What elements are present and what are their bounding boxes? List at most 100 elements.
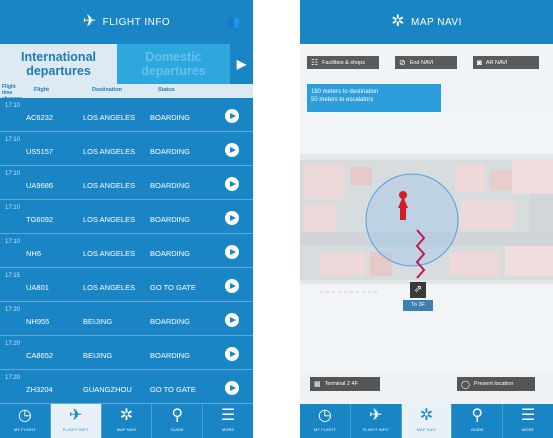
clock-icon: ◷ bbox=[317, 407, 332, 424]
nav-map-navi[interactable]: ✲ MAP NAVI bbox=[102, 404, 153, 438]
flight-destination: LOS ANGELES bbox=[83, 283, 136, 292]
nav-label: FLIGHT INFO bbox=[62, 428, 89, 432]
flight-time: 17:15 bbox=[5, 273, 21, 279]
flight-number: UA801 bbox=[26, 283, 49, 292]
floor-plan bbox=[300, 112, 553, 380]
nav-label: GUIDE bbox=[170, 428, 184, 432]
navi-star-icon: ✲ bbox=[391, 13, 406, 30]
button-label: End NAVI bbox=[409, 59, 434, 66]
menu-icon: ☰ bbox=[220, 407, 236, 424]
nav-flight-info[interactable]: ✈ FLIGHT INFO bbox=[50, 404, 102, 438]
distance-to-destination: 180 meters to destination bbox=[311, 89, 379, 95]
chevron-right-icon[interactable] bbox=[225, 143, 239, 157]
flight-row[interactable]: 17:10 AC6232 LOS ANGELES BOARDING bbox=[0, 98, 253, 132]
flight-destination: LOS ANGELES bbox=[83, 181, 136, 190]
flight-destination: LOS ANGELES bbox=[83, 113, 136, 122]
nav-label: GUIDE bbox=[470, 428, 484, 432]
end-navi-button[interactable]: ⊘ End NAVI bbox=[395, 56, 457, 69]
flight-number: CA8652 bbox=[26, 351, 54, 360]
flight-number: US5157 bbox=[26, 147, 54, 156]
flight-destination: LOS ANGELES bbox=[83, 249, 136, 258]
column-flight: Flight bbox=[34, 87, 49, 93]
chevron-right-icon[interactable] bbox=[225, 279, 239, 293]
header-bar: ✲ MAP NAVI bbox=[300, 0, 553, 44]
flight-destination: LOS ANGELES bbox=[83, 215, 136, 224]
distance-to-escalators: 50 meters to escalators bbox=[311, 97, 374, 103]
escalator-label: To 3F bbox=[403, 300, 433, 311]
clock-icon: ◷ bbox=[17, 407, 32, 424]
navi-star-icon: ✲ bbox=[119, 407, 134, 424]
search-icon: ⚲ bbox=[171, 407, 184, 424]
ar-navi-button[interactable]: ◙ AR NAVI bbox=[473, 56, 539, 69]
flight-row[interactable]: 17:10 US5157 LOS ANGELES BOARDING bbox=[0, 132, 253, 166]
airplane-icon: ✈ bbox=[368, 407, 383, 424]
list-icon: ☷ bbox=[311, 58, 319, 67]
chevron-right-icon[interactable] bbox=[225, 381, 239, 395]
chevron-right-icon[interactable] bbox=[225, 313, 239, 327]
flight-status: GO TO GATE bbox=[150, 385, 196, 394]
menu-icon: ☰ bbox=[520, 407, 536, 424]
flight-number: ZH3204 bbox=[26, 385, 53, 394]
flight-row[interactable]: 17:20 ZH3204 GUANGZHOU GO TO GATE bbox=[0, 370, 253, 404]
escalator-icon[interactable]: ⇗ bbox=[410, 282, 426, 298]
terminal-map[interactable]: ⇗ To 3F bbox=[300, 112, 553, 380]
present-location-label: Present location bbox=[473, 381, 514, 387]
nav-map-navi[interactable]: ✲ MAP NAVI bbox=[401, 404, 453, 438]
flight-status: BOARDING bbox=[150, 181, 191, 190]
column-status: Status bbox=[158, 87, 175, 93]
facilities-shops-button[interactable]: ☷ Facilities & shops bbox=[307, 56, 379, 69]
terminal-floor-button[interactable]: ▦ Terminal 2 4F bbox=[310, 377, 380, 391]
chevron-right-icon: ▶ bbox=[236, 57, 247, 71]
flight-destination: GUANGZHOU bbox=[83, 385, 132, 394]
bottom-nav: ◷ MY FLIGHT ✈ FLIGHT INFO ✲ MAP NAVI ⚲ GUIDE… bbox=[300, 404, 553, 438]
present-location-button[interactable]: ◯ Present location bbox=[457, 377, 535, 391]
flight-time: 17:10 bbox=[5, 103, 21, 109]
location-circle-icon: ◯ bbox=[461, 379, 470, 389]
flight-row[interactable]: 17:10 TG6092 LOS ANGELES BOARDING bbox=[0, 200, 253, 234]
nav-more[interactable]: ☰ MORE bbox=[203, 404, 253, 438]
map-navi-screen: ✲ MAP NAVI ☷ Facilities & shops ⊘ End NAVI… bbox=[300, 0, 553, 438]
chevron-right-icon[interactable] bbox=[225, 245, 239, 259]
button-label: Facilities & shops bbox=[322, 59, 365, 66]
flight-time: 17:10 bbox=[5, 137, 21, 143]
header-title: MAP NAVI bbox=[411, 16, 462, 28]
chevron-right-icon[interactable] bbox=[225, 211, 239, 225]
nav-my-flight[interactable]: ◷ MY FLIGHT bbox=[0, 404, 51, 438]
flight-number: NH6 bbox=[26, 249, 42, 258]
flight-row[interactable]: 17:15 UA801 LOS ANGELES GO TO GATE bbox=[0, 268, 253, 302]
map-icon: ▦ bbox=[314, 381, 321, 388]
nav-label: MAP NAVI bbox=[416, 428, 437, 432]
flight-number: TG6092 bbox=[26, 215, 54, 224]
navi-star-icon: ✲ bbox=[419, 407, 434, 424]
next-tab-button[interactable]: ▶ bbox=[230, 44, 253, 84]
nav-guide[interactable]: ⚲ GUIDE bbox=[152, 404, 204, 438]
tab-domestic-departures[interactable]: Domestic departures bbox=[117, 44, 230, 84]
flight-info-screen: ✈ FLIGHT INFO 👥 International departures… bbox=[0, 0, 253, 438]
chevron-right-icon[interactable] bbox=[225, 109, 239, 123]
nav-label: MORE bbox=[521, 428, 535, 432]
chevron-right-icon[interactable] bbox=[225, 347, 239, 361]
flight-row[interactable]: 17:20 NH955 BEIJING BOARDING bbox=[0, 302, 253, 336]
flight-row[interactable]: 17:10 NH6 LOS ANGELES BOARDING bbox=[0, 234, 253, 268]
map-toolbar: ☷ Facilities & shops ⊘ End NAVI ◙ AR NAVI bbox=[300, 44, 553, 84]
airplane-icon: ✈ bbox=[82, 13, 97, 30]
header-title: FLIGHT INFO bbox=[102, 16, 171, 28]
button-label: AR NAVI bbox=[485, 59, 508, 66]
chevron-right-icon[interactable] bbox=[225, 177, 239, 191]
flight-status: BOARDING bbox=[150, 249, 191, 258]
flight-row[interactable]: 17:20 CA8652 BEIJING BOARDING bbox=[0, 336, 253, 370]
flight-row[interactable]: 17:10 UA9686 LOS ANGELES BOARDING bbox=[0, 166, 253, 200]
nav-guide[interactable]: ⚲ GUIDE bbox=[452, 404, 504, 438]
tab-international-departures[interactable]: International departures bbox=[0, 44, 117, 84]
flight-status: GO TO GATE bbox=[150, 283, 196, 292]
bottom-nav: ◷ MY FLIGHT ✈ FLIGHT INFO ✲ MAP NAVI ⚲ GUIDE… bbox=[0, 404, 253, 438]
nav-label: FLIGHT INFO bbox=[362, 428, 389, 432]
nav-flight-info[interactable]: ✈ FLIGHT INFO bbox=[351, 404, 402, 438]
nav-more[interactable]: ☰ MORE bbox=[503, 404, 553, 438]
people-icon[interactable]: 👥 bbox=[227, 15, 241, 28]
flight-status: BOARDING bbox=[150, 113, 191, 122]
route-info-box: 180 meters to destination 50 meters to e… bbox=[307, 84, 441, 112]
nav-my-flight[interactable]: ◷ MY FLIGHT bbox=[300, 404, 351, 438]
flight-list: 17:10 AC6232 LOS ANGELES BOARDING 17:10 US515… bbox=[0, 98, 253, 404]
flight-time: 17:10 bbox=[5, 239, 21, 245]
